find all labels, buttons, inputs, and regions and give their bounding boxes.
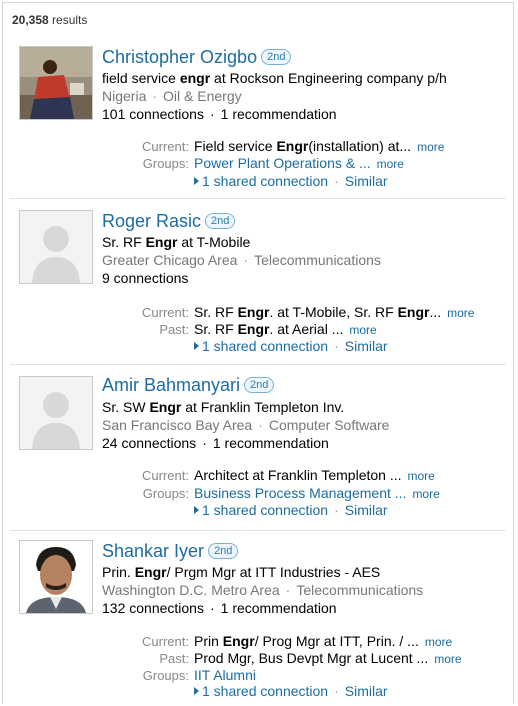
detail-label: Past: (159, 322, 189, 337)
placeholder-avatar-icon (20, 377, 92, 449)
group-link[interactable]: Power Plant Operations & ... (194, 155, 371, 171)
connections-line: 9 connections (102, 270, 189, 286)
group-link[interactable]: IIT Alumni (194, 667, 256, 683)
similar-link[interactable]: Similar (345, 502, 388, 518)
connections-line: 24 connections · 1 recommendation (102, 435, 329, 451)
profile-photo[interactable] (19, 376, 93, 450)
more-link[interactable]: more (425, 635, 452, 649)
detail-current: Prin Engr/ Prog Mgr at ITT, Prin. / ... m… (194, 633, 453, 649)
profile-name-link[interactable]: Roger Rasic 2nd (102, 211, 236, 232)
search-results-panel: 20,358 results Christopher Ozigbo 2nd fie… (2, 2, 514, 704)
group-link[interactable]: Business Process Management ... (194, 485, 406, 501)
detail-label: Current: (142, 634, 189, 649)
shared-connections-row: 1 shared connection · Similar (194, 173, 388, 189)
profile-photo[interactable] (19, 210, 93, 284)
result-item: Roger Rasic 2nd Sr. RF Engr at T-Mobile G… (3, 199, 515, 363)
shared-connections-row: 1 shared connection · Similar (194, 338, 388, 354)
detail-label: Groups: (142, 486, 189, 501)
more-link[interactable]: more (412, 487, 439, 501)
detail-label: Groups: (142, 668, 189, 683)
detail-past: Sr. RF Engr. at Aerial ... more (194, 321, 377, 337)
detail-label: Past: (159, 651, 189, 666)
similar-link[interactable]: Similar (345, 173, 388, 189)
detail-groups: Business Process Management ... more (194, 485, 440, 501)
location-industry: Greater Chicago Area · Telecommunications (102, 252, 381, 268)
placeholder-avatar-icon (20, 211, 92, 283)
more-link[interactable]: more (447, 306, 474, 320)
detail-label: Groups: (142, 156, 189, 171)
headline: field service engr at Rockson Engineerin… (102, 70, 447, 86)
connections-line: 101 connections · 1 recommendation (102, 106, 337, 122)
location-industry: Nigeria · Oil & Energy (102, 88, 242, 104)
result-item: Shankar Iyer 2nd Prin. Engr/ Prgm Mgr at … (3, 531, 515, 705)
profile-photo[interactable] (19, 540, 93, 614)
detail-groups: IIT Alumni (194, 667, 256, 683)
profile-name-link[interactable]: Amir Bahmanyari 2nd (102, 375, 275, 396)
detail-label: Current: (142, 468, 189, 483)
more-link[interactable]: more (434, 652, 461, 666)
more-link[interactable]: more (417, 140, 444, 154)
detail-current: Field service Engr(installation) at... mo… (194, 138, 445, 154)
similar-link[interactable]: Similar (345, 683, 388, 699)
expand-triangle-icon[interactable] (194, 506, 199, 514)
detail-past: Prod Mgr, Bus Devpt Mgr at Lucent ... mor… (194, 650, 462, 666)
expand-triangle-icon[interactable] (194, 687, 199, 695)
expand-triangle-icon[interactable] (194, 177, 199, 185)
detail-groups: Power Plant Operations & ... more (194, 155, 404, 171)
similar-link[interactable]: Similar (345, 338, 388, 354)
degree-badge: 2nd (205, 213, 236, 229)
location-industry: Washington D.C. Metro Area · Telecommunica… (102, 582, 424, 598)
degree-badge: 2nd (244, 377, 275, 393)
detail-label: Current: (142, 305, 189, 320)
headline: Sr. RF Engr at T-Mobile (102, 234, 251, 250)
shared-connection-link[interactable]: 1 shared connection (202, 338, 328, 354)
profile-name-link[interactable]: Shankar Iyer 2nd (102, 541, 239, 562)
shared-connections-row: 1 shared connection · Similar (194, 683, 388, 699)
detail-current: Sr. RF Engr. at T-Mobile, Sr. RF Engr...… (194, 304, 475, 320)
more-link[interactable]: more (349, 323, 376, 337)
headline: Prin. Engr/ Prgm Mgr at ITT Industries -… (102, 564, 381, 580)
results-count: 20,358 results (12, 13, 88, 27)
expand-triangle-icon[interactable] (194, 342, 199, 350)
degree-badge: 2nd (261, 49, 292, 65)
result-item: Amir Bahmanyari 2nd Sr. SW Engr at Frankl… (3, 365, 515, 529)
more-link[interactable]: more (408, 469, 435, 483)
shared-connections-row: 1 shared connection · Similar (194, 502, 388, 518)
headline: Sr. SW Engr at Franklin Templeton Inv. (102, 399, 345, 415)
result-item: Christopher Ozigbo 2nd field service engr… (3, 35, 515, 197)
connections-line: 132 connections · 1 recommendation (102, 600, 337, 616)
detail-current: Architect at Franklin Templeton ... more (194, 467, 435, 483)
detail-label: Current: (142, 139, 189, 154)
profile-photo[interactable] (19, 46, 93, 120)
shared-connection-link[interactable]: 1 shared connection (202, 502, 328, 518)
shared-connection-link[interactable]: 1 shared connection (202, 173, 328, 189)
profile-name-link[interactable]: Christopher Ozigbo 2nd (102, 47, 292, 68)
more-link[interactable]: more (377, 157, 404, 171)
shared-connection-link[interactable]: 1 shared connection (202, 683, 328, 699)
location-industry: San Francisco Bay Area · Computer Software (102, 417, 390, 433)
degree-badge: 2nd (208, 543, 239, 559)
